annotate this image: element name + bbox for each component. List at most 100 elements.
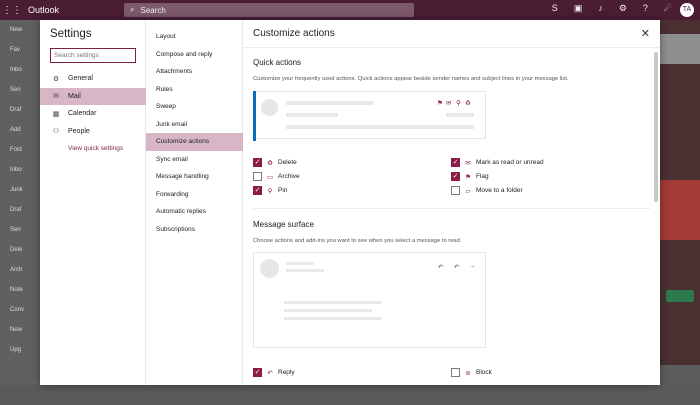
mail-nav-item[interactable]: Layout [146, 28, 243, 46]
mail-nav-item[interactable]: Customize actions [146, 133, 243, 151]
checkbox[interactable]: ✓ [253, 186, 262, 195]
trash-icon: ♻ [465, 100, 471, 107]
archive-icon: ▭ [266, 173, 274, 181]
settings-search-input[interactable] [50, 48, 136, 63]
mail-settings-nav: Layout Compose and reply Attachments Rules S… [146, 20, 243, 385]
pane-scrollbar[interactable] [654, 52, 658, 202]
background-folder-item: Add [10, 127, 21, 133]
preview-line [286, 113, 338, 117]
background-folder-pane: New Fav Inbo Sen Draf Add Fold Inbo Junk Draf Sen D… [0, 20, 40, 405]
skype-icon[interactable]: S [552, 3, 558, 14]
checkbox[interactable] [253, 172, 262, 181]
mail-nav-item[interactable]: Automatic replies [146, 203, 243, 221]
advertisement [660, 20, 700, 365]
quick-actions-heading: Quick actions [253, 58, 302, 67]
checkbox[interactable] [451, 368, 460, 377]
background-folder-item: Dele [10, 247, 23, 253]
background-folder-item: Upg [10, 347, 22, 353]
option-archive[interactable]: ▭ Archive [253, 172, 300, 181]
mail-nav-item[interactable]: Rules [146, 81, 243, 99]
preview-line [286, 125, 474, 129]
mail-nav-item[interactable]: Compose and reply [146, 46, 243, 64]
envelope-icon: ✉ [446, 100, 452, 107]
mail-nav-item[interactable]: Message handling [146, 168, 243, 186]
gear-icon[interactable]: ⚙ [619, 3, 627, 14]
option-block[interactable]: ⊘ Block [451, 368, 492, 377]
option-label: Mark as read or unread [476, 159, 544, 166]
forward-icon: → [469, 263, 476, 270]
search-icon: ⌕ [130, 5, 135, 14]
mail-nav-item[interactable]: Forwarding [146, 186, 243, 204]
settings-dialog: Settings ⚙ General ✉ Mail ▦ Calendar ⚇ People V… [40, 20, 660, 385]
quick-actions-description: Customize your frequently used actions. … [253, 76, 569, 82]
bottom-bar [0, 385, 700, 405]
settings-category-label: General [68, 75, 93, 83]
app-topbar: ⋮⋮ Outlook ⌕ Search S ▣ ♪ ⚙ ? ☄ TA [0, 0, 700, 20]
option-delete[interactable]: ✓ ♻ Delete [253, 158, 297, 167]
preview-line [284, 301, 382, 304]
mail-nav-item[interactable]: Subscriptions [146, 221, 243, 239]
avatar[interactable]: TA [680, 3, 694, 17]
megaphone-icon[interactable]: ☄ [664, 3, 672, 14]
preview-line [286, 101, 374, 105]
message-surface-heading: Message surface [253, 220, 314, 229]
option-label: Flag [476, 173, 489, 180]
flag-icon: ⚑ [437, 100, 443, 107]
preview-line [284, 309, 372, 312]
settings-categories: Settings ⚙ General ✉ Mail ▦ Calendar ⚇ People V… [40, 20, 146, 385]
global-search-placeholder: Search [140, 5, 166, 15]
checkbox[interactable]: ✓ [253, 368, 262, 377]
settings-category-general[interactable]: ⚙ General [40, 70, 146, 88]
reply-icon: ↶ [438, 264, 444, 271]
app-launcher-icon[interactable]: ⋮⋮ [0, 5, 24, 16]
settings-category-list: ⚙ General ✉ Mail ▦ Calendar ⚇ People [40, 70, 146, 140]
background-folder-item: Sen [10, 87, 21, 93]
background-folder-item: Draf [10, 207, 22, 213]
mail-nav-item[interactable]: Attachments [146, 63, 243, 81]
preview-accent-bar [253, 91, 256, 141]
background-folder-item: Draf [10, 107, 22, 113]
settings-category-calendar[interactable]: ▦ Calendar [40, 105, 146, 123]
header-divider [243, 47, 660, 48]
checkbox[interactable] [451, 186, 460, 195]
option-flag[interactable]: ✓ ⚑ Flag [451, 172, 489, 181]
reply-all-icon: ↶ [454, 264, 460, 271]
bell-icon[interactable]: ♪ [598, 3, 603, 14]
background-folder-item: Conv [10, 307, 25, 313]
checkbox[interactable]: ✓ [253, 158, 262, 167]
view-quick-settings-link[interactable]: View quick settings [68, 145, 123, 152]
mail-nav-item[interactable]: Sync email [146, 151, 243, 169]
settings-category-people[interactable]: ⚇ People [40, 123, 146, 141]
checkbox[interactable]: ✓ [451, 172, 460, 181]
settings-category-label: Calendar [68, 110, 97, 118]
top-icons: S ▣ ♪ ⚙ ? ☄ [552, 3, 672, 14]
app-title: Outlook [28, 5, 60, 15]
ad-button [666, 290, 694, 302]
mail-nav-item[interactable]: Sweep [146, 98, 243, 116]
help-icon[interactable]: ? [643, 3, 648, 14]
teams-icon[interactable]: ▣ [574, 3, 583, 14]
settings-title: Settings [50, 28, 92, 40]
ad-banner-middle [660, 180, 700, 240]
option-label: Delete [278, 159, 297, 166]
close-icon[interactable]: ✕ [641, 27, 650, 40]
settings-category-mail[interactable]: ✉ Mail [40, 87, 146, 105]
background-folder-item: Fav [10, 47, 21, 53]
checkbox[interactable]: ✓ [451, 158, 460, 167]
settings-category-label: People [68, 127, 90, 135]
option-pin[interactable]: ✓ ⚲ Pin [253, 186, 287, 195]
mail-nav-item[interactable]: Junk email [146, 116, 243, 134]
section-divider [253, 208, 650, 209]
background-folder-item: Arch [10, 267, 23, 273]
global-search[interactable]: ⌕ Search [124, 3, 414, 17]
background-folder-item: Note [10, 287, 23, 293]
option-move-to-a-folder[interactable]: ▱ Move to a folder [451, 186, 523, 195]
option-label: Pin [278, 187, 288, 194]
people-icon: ⚇ [52, 128, 60, 136]
option-reply[interactable]: ✓ ↶ Reply [253, 368, 295, 377]
background-folder-item: Inbo [10, 67, 22, 73]
preview-line [446, 113, 474, 117]
option-mark-as-read-or-unread[interactable]: ✓ ✉ Mark as read or unread [451, 158, 544, 167]
trash-icon: ♻ [267, 159, 273, 167]
pin-icon: ⚲ [456, 100, 461, 107]
